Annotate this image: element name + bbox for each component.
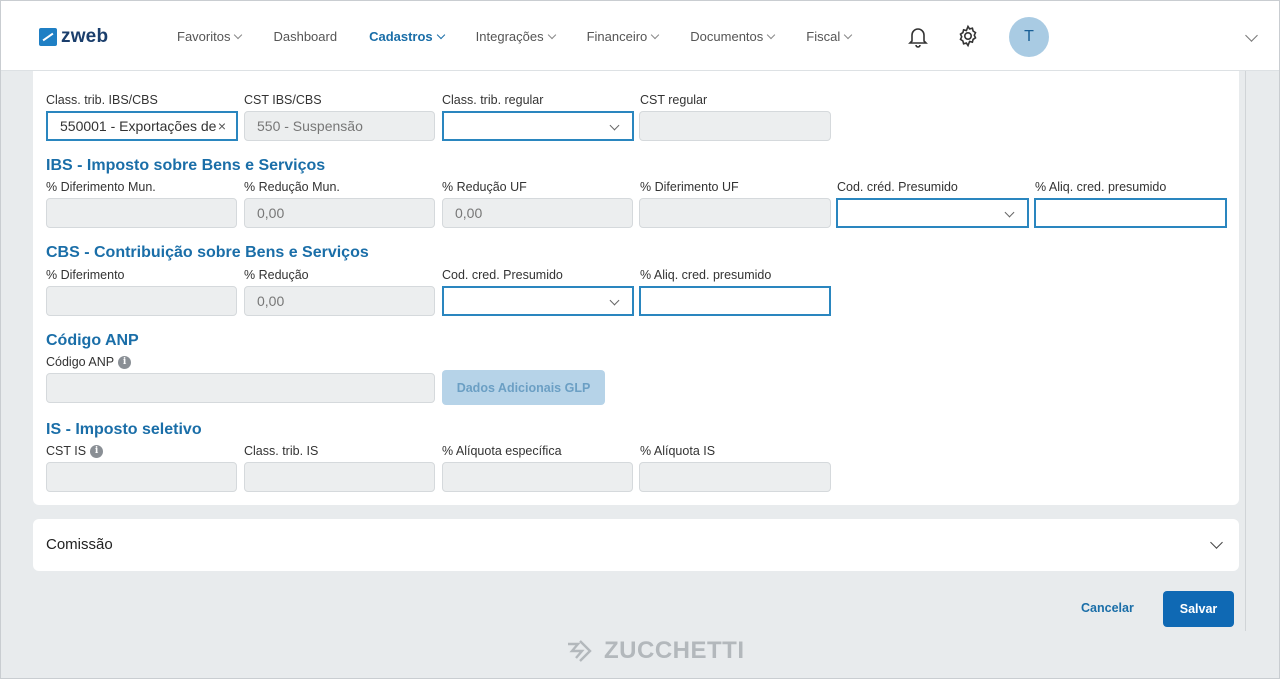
- aliquota-is-label: % Alíquota IS: [640, 444, 716, 458]
- bell-icon[interactable]: [906, 24, 930, 48]
- logo-icon: [39, 28, 57, 46]
- avatar-initial: T: [1024, 28, 1034, 45]
- nav-label: Financeiro: [586, 28, 648, 44]
- clear-icon[interactable]: ×: [218, 118, 226, 134]
- ibs-diferimento-uf-label: % Diferimento UF: [640, 180, 739, 194]
- cst-is-label-text: CST IS: [46, 444, 87, 458]
- class-trib-ibs-cbs-value: 550001 - Exportações de: [60, 118, 217, 134]
- footer-brand-text: ZUCCHETTI: [604, 637, 745, 664]
- ibs-diferimento-mun-field: [46, 198, 237, 228]
- chevron-down-icon[interactable]: [1210, 536, 1223, 549]
- gear-icon[interactable]: [956, 24, 980, 48]
- chevron-down-icon: [651, 30, 660, 39]
- info-icon[interactable]: i: [90, 444, 104, 458]
- class-trib-is-label: Class. trib. IS: [244, 444, 319, 458]
- aliquota-is-field: [639, 462, 831, 492]
- ibs-diferimento-mun-label: % Diferimento Mun.: [46, 180, 156, 194]
- nav-label: Favoritos: [177, 28, 231, 44]
- ibs-diferimento-uf-field: [639, 198, 831, 228]
- top-navigation-bar: zweb Favoritos Dashboard Cadastros Integ…: [1, 1, 1279, 71]
- ibs-cod-cred-presumido-label: Cod. créd. Presumido: [837, 180, 958, 194]
- aliquota-especifica-field: [442, 462, 633, 492]
- scrollbar-track[interactable]: [1245, 71, 1246, 631]
- cbs-diferimento-label: % Diferimento: [46, 268, 125, 282]
- cst-ibs-cbs-value: 550 - Suspensão: [257, 118, 363, 134]
- chevron-down-icon[interactable]: [1245, 29, 1258, 42]
- nav-label: Fiscal: [806, 28, 841, 44]
- codigo-anp-label: Código ANP i: [46, 355, 132, 369]
- chevron-down-icon: [609, 120, 620, 131]
- cst-regular-field: [639, 111, 831, 141]
- nav-label: Documentos: [690, 28, 764, 44]
- cst-ibs-cbs-label: CST IBS/CBS: [244, 93, 322, 107]
- nav-dashboard[interactable]: Dashboard: [273, 29, 337, 44]
- cancel-button[interactable]: Cancelar: [1081, 601, 1134, 615]
- nav-financeiro[interactable]: Financeiro: [586, 28, 660, 44]
- main-nav: Favoritos Dashboard Cadastros Integraçõe…: [177, 1, 883, 71]
- chevron-down-icon: [767, 30, 776, 39]
- ibs-cod-cred-presumido-select[interactable]: [836, 198, 1029, 228]
- class-trib-ibs-cbs-label: Class. trib. IBS/CBS: [46, 93, 158, 107]
- is-section-title: IS - Imposto seletivo: [46, 421, 202, 438]
- nav-integracoes[interactable]: Integrações: [475, 28, 556, 44]
- save-button[interactable]: Salvar: [1163, 591, 1234, 627]
- chevron-down-icon: [843, 30, 853, 39]
- cbs-diferimento-field: [46, 286, 237, 316]
- nav-cadastros[interactable]: Cadastros: [369, 28, 445, 44]
- ibs-reducao-uf-field: 0,00: [442, 198, 633, 228]
- user-avatar[interactable]: T: [1009, 17, 1049, 57]
- cbs-cod-cred-presumido-label: Cod. cred. Presumido: [442, 268, 563, 282]
- ibs-aliq-cred-presumido-input[interactable]: [1034, 198, 1227, 228]
- nav-label: Dashboard: [273, 28, 338, 44]
- nav-documentos[interactable]: Documentos: [690, 28, 776, 44]
- ibs-section-title: IBS - Imposto sobre Bens e Serviços: [46, 157, 326, 174]
- nav-label: Cadastros: [369, 28, 433, 44]
- cbs-aliq-cred-presumido-label: % Aliq. cred. presumido: [640, 268, 772, 282]
- chevron-down-icon: [547, 30, 556, 39]
- comissao-panel[interactable]: Comissão: [33, 519, 1239, 571]
- codigo-anp-field: [46, 373, 435, 403]
- chevron-down-icon: [234, 30, 243, 39]
- cst-ibs-cbs-field: 550 - Suspensão: [244, 111, 435, 141]
- anp-section-title: Código ANP: [46, 332, 139, 349]
- comissao-title: Comissão: [46, 536, 113, 553]
- field-value: 0,00: [257, 205, 285, 221]
- cst-regular-label: CST regular: [640, 93, 708, 107]
- class-trib-regular-select[interactable]: [442, 111, 634, 141]
- dados-adicionais-glp-button[interactable]: Dados Adicionais GLP: [442, 370, 605, 405]
- aliquota-especifica-label: % Alíquota específica: [442, 444, 562, 458]
- codigo-anp-label-text: Código ANP: [46, 355, 115, 369]
- zucchetti-logo-icon: [568, 640, 592, 662]
- info-icon[interactable]: i: [118, 355, 132, 369]
- chevron-down-icon: [1004, 207, 1015, 218]
- ibs-reducao-mun-label: % Redução Mun.: [244, 180, 340, 194]
- footer-logo: ZUCCHETTI: [564, 635, 744, 667]
- chevron-down-icon: [609, 295, 620, 306]
- ibs-reducao-mun-field: 0,00: [244, 198, 435, 228]
- cbs-reducao-field: 0,00: [244, 286, 435, 316]
- chevron-down-icon: [436, 30, 445, 39]
- cbs-section-title: CBS - Contribuição sobre Bens e Serviços: [46, 244, 369, 261]
- nav-favoritos[interactable]: Favoritos: [177, 28, 243, 44]
- ibs-aliq-cred-presumido-label: % Aliq. cred. presumido: [1035, 180, 1167, 194]
- cbs-aliq-cred-presumido-input[interactable]: [639, 286, 831, 316]
- cbs-cod-cred-presumido-select[interactable]: [442, 286, 634, 316]
- cbs-reducao-label: % Redução: [244, 268, 309, 282]
- nav-fiscal[interactable]: Fiscal: [806, 28, 853, 44]
- ibs-reducao-uf-label: % Redução UF: [442, 180, 527, 194]
- field-value: 0,00: [455, 205, 483, 221]
- cst-is-field: [46, 462, 237, 492]
- field-value: 0,00: [257, 293, 285, 309]
- logo-text: zweb: [61, 26, 109, 47]
- class-trib-regular-label: Class. trib. regular: [442, 93, 544, 107]
- tax-form-card: Class. trib. IBS/CBS 550001 - Exportaçõe…: [33, 71, 1239, 505]
- zweb-logo[interactable]: zweb: [39, 26, 108, 48]
- cst-is-label: CST IS i: [46, 444, 104, 458]
- nav-label: Integrações: [475, 28, 544, 44]
- class-trib-ibs-cbs-select[interactable]: 550001 - Exportações de ×: [46, 111, 238, 141]
- class-trib-is-field: [244, 462, 435, 492]
